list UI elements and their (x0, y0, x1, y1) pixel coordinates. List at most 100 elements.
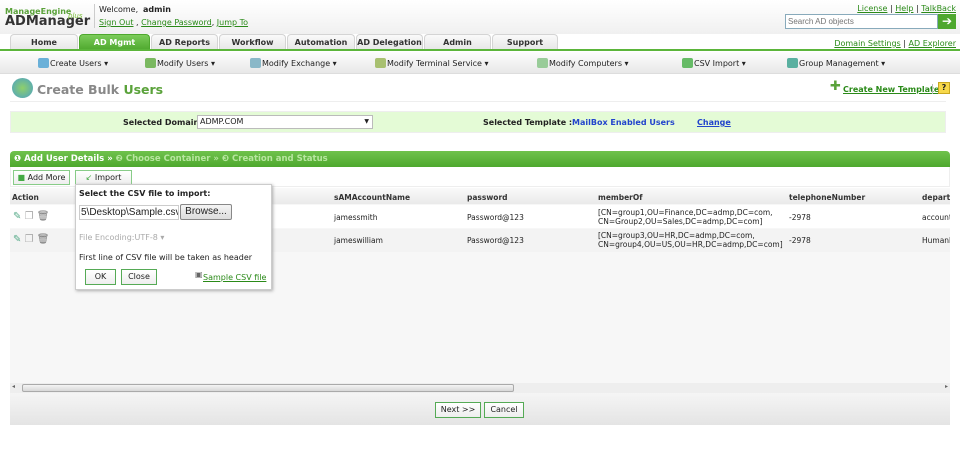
step-add-user-details: ❶ Add User Details » (14, 154, 113, 164)
tab-home[interactable]: Home (10, 34, 78, 50)
page-title: Create Bulk Users (37, 82, 164, 97)
delete-icon[interactable]: 🗑 (37, 234, 50, 245)
cell-password: Password@123 (467, 213, 524, 222)
cell-password: Password@123 (467, 236, 524, 245)
template-label: Selected Template : (483, 118, 573, 127)
chevron-down-icon: ▼ (364, 118, 369, 125)
browse-button[interactable]: Browse... (180, 204, 232, 220)
import-button[interactable]: ↙ Import (75, 170, 132, 185)
welcome-text: Welcome, (99, 5, 139, 14)
domain-label: Selected Domain: (123, 118, 203, 127)
menu-modify-exchange[interactable]: Modify Exchange ▾ (250, 58, 337, 68)
talkback-link[interactable]: TalkBack (921, 4, 956, 13)
menu-modify-computers[interactable]: Modify Computers ▾ (537, 58, 629, 68)
menu-group-management[interactable]: Group Management ▾ (787, 58, 885, 68)
cell-sam: jameswilliam (334, 236, 383, 245)
change-template-link[interactable]: Change (697, 118, 731, 127)
domain-select[interactable]: ADMP.COM ▼ (197, 115, 373, 129)
col-password[interactable]: password (467, 193, 508, 202)
next-button[interactable]: Next >> (435, 402, 481, 418)
search-go-icon[interactable]: ➔ (938, 14, 956, 29)
users-icon (38, 58, 49, 68)
ad-explorer-link[interactable]: AD Explorer (909, 39, 956, 48)
search-input[interactable] (785, 14, 938, 29)
help-link[interactable]: Help (895, 4, 913, 13)
username: admin (143, 5, 171, 14)
license-link[interactable]: License (857, 4, 887, 13)
template-value: MailBox Enabled Users (572, 118, 675, 127)
exchange-icon (250, 58, 261, 68)
col-telephonenumber[interactable]: telephoneNumber (789, 193, 865, 202)
tab-ad-mgmt[interactable]: AD Mgmt (79, 34, 150, 50)
create-new-template-link[interactable]: Create New Template (843, 85, 939, 94)
edit-icon[interactable]: ✎ (13, 234, 21, 245)
jump-to-link[interactable]: Jump To (217, 18, 248, 27)
csv-import-popup: Select the CSV file to import: 5\Desktop… (75, 184, 272, 290)
copy-icon[interactable]: ❐ (25, 234, 34, 245)
domain-settings-link[interactable]: Domain Settings (834, 39, 900, 48)
help-button[interactable]: ? (938, 82, 950, 94)
tab-workflow[interactable]: Workflow (219, 34, 286, 50)
csv-import-icon (682, 58, 693, 68)
cell-memberof: [CN=group1,OU=Finance,DC=admp,DC=com, (598, 208, 773, 217)
copy-icon[interactable]: ❐ (25, 211, 34, 222)
header-note: First line of CSV file will be taken as … (79, 253, 253, 262)
menu-label: Modify Users ▾ (157, 58, 216, 68)
menu-csv-import[interactable]: CSV Import ▾ (682, 58, 746, 68)
tab-ad-delegation[interactable]: AD Delegation (356, 34, 423, 50)
menu-label: Modify Computers ▾ (549, 58, 629, 68)
menu-label: Group Management ▾ (799, 58, 886, 68)
change-password-link[interactable]: Change Password (141, 18, 212, 27)
col-action: Action (12, 193, 39, 202)
group-icon (787, 58, 798, 68)
col-department[interactable]: departr (922, 193, 950, 202)
terminal-icon (375, 58, 386, 68)
close-button[interactable]: Close (121, 269, 157, 285)
menu-label: Create Users ▾ (50, 58, 109, 68)
csv-file-icon: ▣ (195, 270, 203, 279)
cell-memberof: [CN=group3,OU=HR,DC=admp,DC=com, (598, 231, 755, 240)
plus-icon: ✚ (830, 79, 841, 94)
wizard-steps: ❶ Add User Details » ❷ Choose Container … (10, 151, 950, 167)
col-memberof[interactable]: memberOf (598, 193, 643, 202)
menu-label: CSV Import ▾ (694, 58, 746, 68)
step-creation-status: ❸ Creation and Status (221, 154, 328, 164)
sign-out-link[interactable]: Sign Out (99, 18, 134, 27)
header: ManageEngine ADManager plus Welcome, adm… (0, 0, 960, 34)
menu-modify-users[interactable]: Modify Users ▾ (145, 58, 215, 68)
users-edit-icon (145, 58, 156, 68)
cell-phone: -2978 (789, 213, 811, 222)
bulk-users-icon (12, 78, 33, 98)
col-samaccountname[interactable]: sAMAccountName (334, 193, 410, 202)
tab-automation[interactable]: Automation (287, 34, 355, 50)
tab-support[interactable]: Support (492, 34, 558, 50)
tab-divider (0, 49, 960, 51)
cell-department: HumanR (922, 236, 950, 245)
scroll-left-icon: ◂ (12, 383, 16, 390)
menu-label: Modify Exchange ▾ (262, 58, 337, 68)
step-choose-container: ❷ Choose Container » (115, 154, 219, 164)
scrollbar-thumb[interactable] (22, 384, 514, 392)
edit-icon[interactable]: ✎ (13, 211, 21, 222)
tab-ad-reports[interactable]: AD Reports (151, 34, 218, 50)
cell-phone: -2978 (789, 236, 811, 245)
edition: plus (68, 12, 83, 20)
cancel-button[interactable]: Cancel (484, 402, 524, 418)
csv-file-input[interactable]: 5\Desktop\Sample.csv (79, 205, 179, 220)
cell-memberof: CN=Group2,OU=Sales,DC=admp,DC=com] (598, 217, 763, 226)
menu-modify-terminal-service[interactable]: Modify Terminal Service ▾ (375, 58, 489, 68)
domain-bar: Selected Domain: ADMP.COM ▼ Selected Temp… (10, 111, 946, 133)
tab-admin[interactable]: Admin (424, 34, 491, 50)
horizontal-scrollbar[interactable]: ◂ ▸ (10, 383, 950, 393)
add-more-button[interactable]: ■ Add More (13, 170, 70, 185)
scroll-right-icon: ▸ (944, 383, 948, 390)
cell-department: account (922, 213, 950, 222)
menu-label: Modify Terminal Service ▾ (387, 58, 489, 68)
sample-csv-link[interactable]: Sample CSV file (203, 273, 266, 282)
ok-button[interactable]: OK (85, 269, 116, 285)
file-encoding-select[interactable]: File Encoding:UTF-8 ▾ (79, 233, 164, 242)
delete-icon[interactable]: 🗑 (37, 211, 50, 222)
popup-title: Select the CSV file to import: (79, 189, 211, 198)
cell-sam: jamessmith (334, 213, 378, 222)
menu-create-users[interactable]: Create Users ▾ (38, 58, 108, 68)
